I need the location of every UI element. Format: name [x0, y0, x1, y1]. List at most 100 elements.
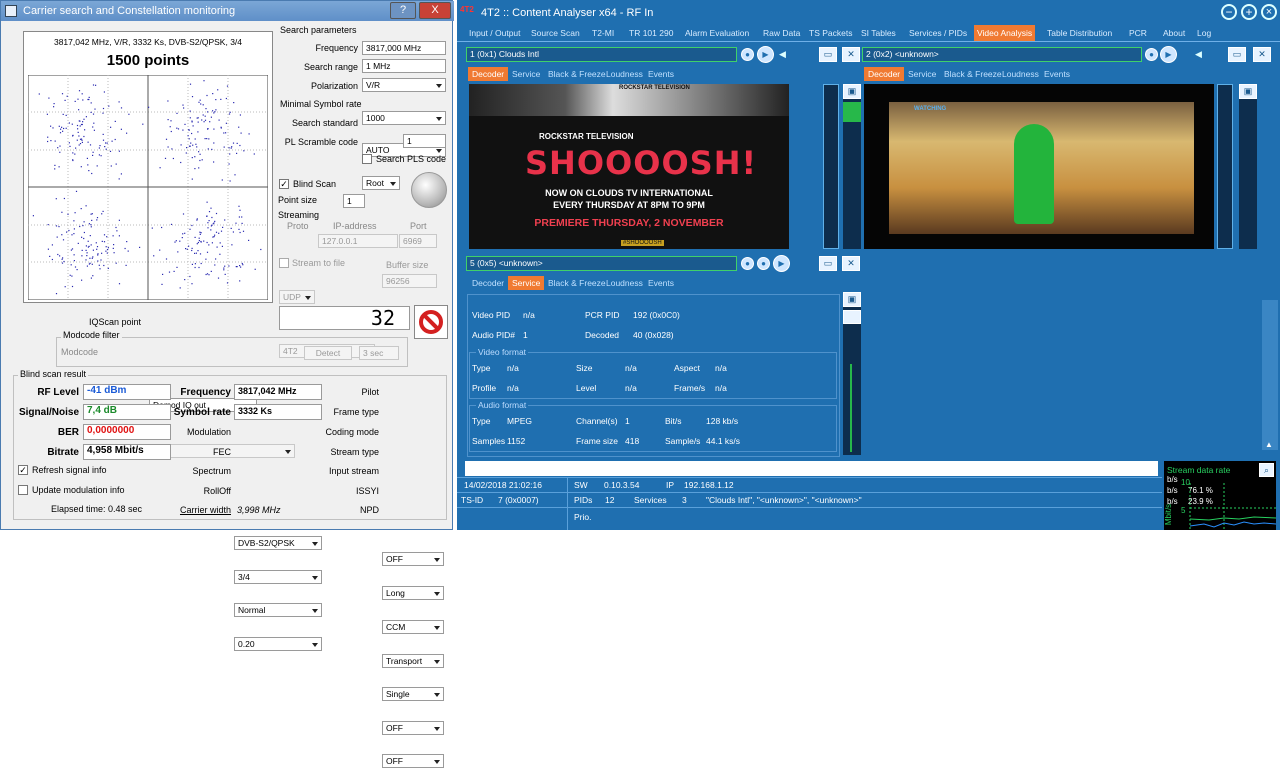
issyi-select[interactable]: OFF — [382, 721, 444, 735]
constellation-point — [213, 236, 215, 238]
fec-select[interactable]: 3/4 — [234, 570, 322, 584]
settings-icon-5[interactable]: ✕ — [842, 256, 860, 271]
play-icon[interactable]: ▶ — [757, 46, 774, 63]
result-frequency-value: 3817,042 MHz — [234, 384, 322, 400]
constellation-point — [76, 139, 78, 141]
frame-type-select[interactable]: Long — [382, 586, 444, 600]
maximize-icon[interactable]: + — [1241, 4, 1257, 20]
record-icon[interactable]: ● — [741, 48, 754, 61]
tab-video-analysis[interactable]: Video Analysis — [974, 25, 1036, 41]
blind-scan-checkbox[interactable]: ✓ — [279, 179, 289, 189]
channel-5-subtab-decoder[interactable]: Decoder — [468, 276, 508, 290]
point-size-input[interactable]: 1 — [343, 194, 365, 208]
stream-type-select[interactable]: Transport — [382, 654, 444, 668]
channel-1-subtab-black-freeze[interactable]: Black & Freeze — [544, 67, 610, 81]
speaker-icon-2[interactable]: ◀ — [1195, 49, 1202, 60]
tab-ts-packets[interactable]: TS Packets — [806, 25, 855, 41]
help-button[interactable]: ? — [390, 2, 416, 19]
carrier-width-label[interactable]: Carrier width — [171, 505, 231, 515]
tab-pcr[interactable]: PCR — [1126, 25, 1150, 41]
channel-1-subtab-events[interactable]: Events — [644, 67, 678, 81]
monitor-icon-5[interactable]: ▭ — [819, 256, 837, 271]
close-icon[interactable]: × — [1261, 4, 1277, 20]
constellation-point — [51, 258, 53, 261]
stream-to-file-checkbox[interactable] — [279, 258, 289, 268]
tab-tr-101-290[interactable]: TR 101 290 — [626, 25, 676, 41]
port-input[interactable]: 6969 — [399, 234, 437, 248]
record-icon-2[interactable]: ● — [1145, 48, 1158, 61]
snapshot-icon-2[interactable]: ▣ — [1239, 84, 1257, 99]
channel-2-subtab-events[interactable]: Events — [1040, 67, 1074, 81]
detect-button[interactable]: Detect — [304, 346, 352, 360]
minimize-icon[interactable]: − — [1221, 4, 1237, 20]
frequency-input[interactable]: 3817,000 MHz — [362, 41, 446, 55]
update-modulation-checkbox[interactable] — [18, 485, 28, 495]
monitor-icon[interactable]: ▭ — [819, 47, 837, 62]
tab-services-pids[interactable]: Services / PIDs — [906, 25, 970, 41]
npd-select[interactable]: OFF — [382, 754, 444, 768]
close-button[interactable]: X — [419, 2, 451, 19]
detect-time-select[interactable]: 3 sec — [359, 346, 399, 360]
play-icon-2[interactable]: ▶ — [1160, 46, 1177, 63]
channel-2-subtab-loudness[interactable]: Loudness — [998, 67, 1043, 81]
spectrum-select[interactable]: Normal — [234, 603, 322, 617]
vertical-scrollbar[interactable]: ▲ — [1262, 300, 1278, 450]
settings-icon[interactable]: ✕ — [842, 47, 860, 62]
channel-1-subtab-loudness[interactable]: Loudness — [602, 67, 647, 81]
proto-select[interactable]: UDP — [279, 290, 315, 304]
tab-t2-mi[interactable]: T2-MI — [589, 25, 617, 41]
input-stream-select[interactable]: Single — [382, 687, 444, 701]
tab-alarm-evaluation[interactable]: Alarm Evaluation — [682, 25, 752, 41]
display-icon-5[interactable] — [843, 310, 861, 324]
min-symbol-rate-select[interactable]: 1000 — [362, 111, 446, 125]
channel-2-subtab-decoder[interactable]: Decoder — [864, 67, 905, 81]
settings-icon-2[interactable]: ✕ — [1253, 47, 1271, 62]
camera-icon[interactable] — [411, 172, 447, 208]
tab-source-scan[interactable]: Source Scan — [528, 25, 583, 41]
channel-2-subtab-black-freeze[interactable]: Black & Freeze — [940, 67, 1006, 81]
channel-2-bar[interactable]: 2 (0x2) <unknown> — [862, 47, 1142, 62]
tab-si-tables[interactable]: SI Tables — [858, 25, 899, 41]
pls-value-input[interactable]: 1 — [403, 134, 446, 148]
speaker-icon[interactable]: ◀ — [779, 49, 786, 60]
pilot-select[interactable]: OFF — [382, 552, 444, 566]
snapshot-icon-1[interactable]: ▣ — [843, 84, 861, 99]
play-icon-5[interactable]: ▶ — [773, 255, 790, 272]
coding-mode-select[interactable]: CCM — [382, 620, 444, 634]
constellation-point — [90, 102, 92, 104]
tab-table-distribution[interactable]: Table Distribution — [1044, 25, 1115, 41]
ip-input[interactable]: 127.0.0.1 — [318, 234, 398, 248]
tab-input-output[interactable]: Input / Output — [466, 25, 524, 41]
pls-mode-select[interactable]: Root — [362, 176, 400, 190]
proto-label: Proto — [287, 221, 309, 231]
channel-1-bar[interactable]: 1 (0x1) Clouds Intl — [466, 47, 737, 62]
snapshot-icon-5[interactable]: ▣ — [843, 292, 861, 307]
channel-2-subtab-service[interactable]: Service — [904, 67, 940, 81]
constellation-point — [86, 157, 88, 159]
channel-5-subtab-loudness[interactable]: Loudness — [602, 276, 647, 290]
constellation-point — [57, 253, 59, 256]
stop-button[interactable] — [414, 305, 448, 339]
channel-5-subtab-service[interactable]: Service — [508, 276, 545, 290]
search-pls-checkbox[interactable] — [362, 154, 372, 164]
rolloff-select[interactable]: 0.20 — [234, 637, 322, 651]
polarization-select[interactable]: V/R — [362, 78, 446, 92]
tab-log[interactable]: Log — [1194, 25, 1214, 41]
level-slider-2[interactable] — [1217, 84, 1233, 249]
channel-5-subtab-black-freeze[interactable]: Black & Freeze — [544, 276, 610, 290]
channel-1-subtab-decoder[interactable]: Decoder — [468, 67, 509, 81]
channel-5-bar[interactable]: 5 (0x5) <unknown> — [466, 256, 737, 271]
modulation-select[interactable]: DVB-S2/QPSK — [234, 536, 322, 550]
record-icon-5[interactable]: ● — [741, 257, 754, 270]
search-range-input[interactable]: 1 MHz — [362, 59, 446, 73]
channel-5-subtab-events[interactable]: Events — [644, 276, 678, 290]
channel-1-subtab-service[interactable]: Service — [508, 67, 544, 81]
buffer-size-input[interactable]: 96256 — [382, 274, 437, 288]
tab-raw-data[interactable]: Raw Data — [760, 25, 803, 41]
refresh-signal-checkbox[interactable]: ✓ — [18, 465, 28, 475]
level-slider-1[interactable] — [823, 84, 839, 249]
pause-icon-5[interactable]: ● — [757, 257, 770, 270]
monitor-icon-2[interactable]: ▭ — [1228, 47, 1246, 62]
tab-about[interactable]: About — [1160, 25, 1188, 41]
constellation-point — [91, 213, 93, 215]
